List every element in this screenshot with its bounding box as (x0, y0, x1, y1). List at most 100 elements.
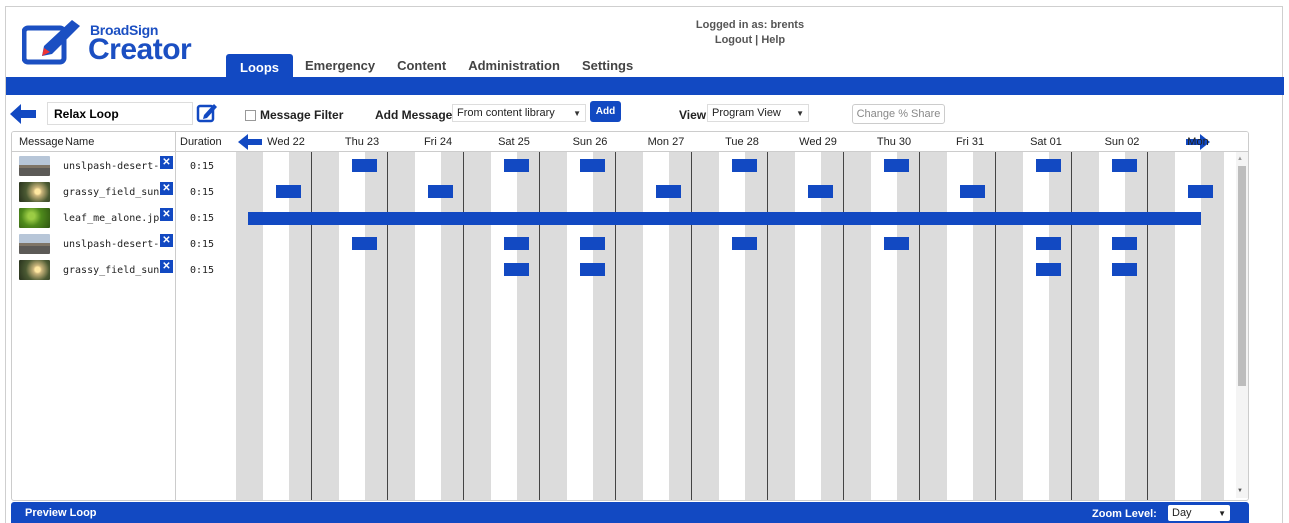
remove-message-close-icon[interactable]: ✕ (160, 156, 173, 169)
day-label: Sat 01 (1030, 136, 1062, 148)
schedule-bar[interactable] (352, 159, 377, 172)
table-row[interactable]: unslpash-desert-road.jpg✕ 0:15 (12, 231, 236, 257)
schedule-bar[interactable] (428, 185, 453, 198)
night-stripe (745, 152, 768, 500)
scrollbar-thumb[interactable] (1238, 166, 1246, 386)
night-stripe (1201, 152, 1224, 500)
timeline-header: Wed 22 Thu 23 Fri 24 Sat 25 Sun 26 Mon 27 Tue … (236, 132, 1248, 152)
night-stripe (616, 152, 643, 500)
tab-content[interactable]: Content (387, 54, 456, 77)
schedule-bar[interactable] (1188, 185, 1213, 198)
preview-loop-button[interactable]: Preview Loop (25, 507, 97, 519)
night-stripe (821, 152, 844, 500)
day-label: Sun 26 (572, 136, 608, 148)
loop-schedule-grid: Message Name Duration unslpash-desert-ro… (11, 131, 1249, 501)
night-stripe (1049, 152, 1072, 500)
day-divider (843, 132, 844, 500)
day-label: Fri 24 (423, 136, 453, 148)
day-label: Fri 31 (955, 136, 985, 148)
message-filename: leaf_me_alone.jpg (63, 213, 159, 224)
day-label: Wed 29 (799, 136, 837, 148)
zoom-level-select[interactable]: Day ▼ (1168, 505, 1230, 521)
brand-name-large: Creator (88, 33, 192, 66)
schedule-bar[interactable] (352, 237, 377, 250)
day-divider (615, 132, 616, 500)
remove-message-close-icon[interactable]: ✕ (160, 234, 173, 247)
message-duration: 0:15 (190, 161, 215, 172)
schedule-bar[interactable] (504, 263, 529, 276)
timeline: Wed 22 Thu 23 Fri 24 Sat 25 Sun 26 Mon 27 Tue … (236, 132, 1248, 500)
schedule-bar[interactable] (1036, 159, 1061, 172)
tab-emergency[interactable]: Emergency (295, 54, 385, 77)
night-stripe (540, 152, 567, 500)
scroll-down-icon[interactable]: ▼ (1237, 488, 1243, 494)
chevron-down-icon: ▼ (1218, 508, 1226, 518)
tab-settings[interactable]: Settings (572, 54, 643, 77)
night-stripe (441, 152, 464, 500)
logout-link[interactable]: Logout (715, 34, 752, 46)
schedule-bar[interactable] (580, 159, 605, 172)
message-filter-checkbox[interactable] (245, 109, 256, 121)
chevron-down-icon: ▼ (796, 108, 804, 118)
schedule-bar[interactable] (808, 185, 833, 198)
message-thumbnail (19, 260, 50, 280)
night-stripe (973, 152, 996, 500)
link-separator: | (755, 34, 759, 46)
schedule-bar[interactable] (504, 237, 529, 250)
night-stripe (517, 152, 540, 500)
table-row[interactable]: leaf_me_alone.jpg ✕ 0:15 (12, 205, 236, 231)
night-stripe (1125, 152, 1148, 500)
day-divider (539, 132, 540, 500)
schedule-bar[interactable] (1112, 159, 1137, 172)
broadsign-logo (22, 20, 80, 65)
remove-message-close-icon[interactable]: ✕ (160, 182, 173, 195)
message-thumbnail (19, 182, 50, 202)
column-header-duration: Duration (180, 136, 222, 148)
change-share-button[interactable]: Change % Share (852, 104, 945, 124)
table-row[interactable]: grassy_field_sunset.jpg✕ 0:15 (12, 257, 236, 283)
view-select[interactable]: Program View ▼ (707, 104, 809, 122)
night-stripe (312, 152, 339, 500)
back-arrow-icon[interactable] (10, 104, 36, 124)
schedule-bar[interactable] (1112, 237, 1137, 250)
message-duration: 0:15 (190, 239, 215, 250)
night-stripe (1072, 152, 1099, 500)
schedule-bar[interactable] (1036, 263, 1061, 276)
message-duration: 0:15 (190, 187, 215, 198)
night-stripe (897, 152, 920, 500)
day-label: Wed 22 (267, 136, 305, 148)
message-duration: 0:15 (190, 265, 215, 276)
help-link[interactable]: Help (761, 34, 785, 46)
schedule-bar[interactable] (276, 185, 301, 198)
schedule-bar[interactable] (580, 237, 605, 250)
remove-message-close-icon[interactable]: ✕ (160, 208, 173, 221)
schedule-bar[interactable] (656, 185, 681, 198)
day-label: Mon (1187, 136, 1209, 148)
loop-name-input[interactable] (47, 102, 193, 125)
schedule-bar[interactable] (248, 212, 1201, 225)
schedule-bar[interactable] (504, 159, 529, 172)
night-stripe (464, 152, 491, 500)
tab-loops[interactable]: Loops (226, 54, 293, 77)
schedule-bar[interactable] (1112, 263, 1137, 276)
add-message-button[interactable]: Add (590, 101, 621, 122)
schedule-bar[interactable] (732, 237, 757, 250)
message-thumbnail (19, 156, 50, 176)
add-message-source-select[interactable]: From content library ▼ (452, 104, 586, 122)
edit-icon[interactable] (196, 102, 218, 124)
remove-message-close-icon[interactable]: ✕ (160, 260, 173, 273)
schedule-bar[interactable] (960, 185, 985, 198)
day-divider (1071, 132, 1072, 500)
day-divider (311, 132, 312, 500)
table-row[interactable]: unslpash-desert-road.jpg✕ 0:15 (12, 153, 236, 179)
schedule-bar[interactable] (884, 237, 909, 250)
schedule-bar[interactable] (732, 159, 757, 172)
schedule-bar[interactable] (580, 263, 605, 276)
zoom-level-value: Day (1172, 507, 1192, 519)
scroll-up-icon[interactable]: ▲ (1237, 156, 1243, 162)
add-message-source-value: From content library (457, 107, 555, 119)
schedule-bar[interactable] (1036, 237, 1061, 250)
schedule-bar[interactable] (884, 159, 909, 172)
table-row[interactable]: grassy_field_sunset.jpg✕ 0:15 (12, 179, 236, 205)
tab-administration[interactable]: Administration (458, 54, 570, 77)
